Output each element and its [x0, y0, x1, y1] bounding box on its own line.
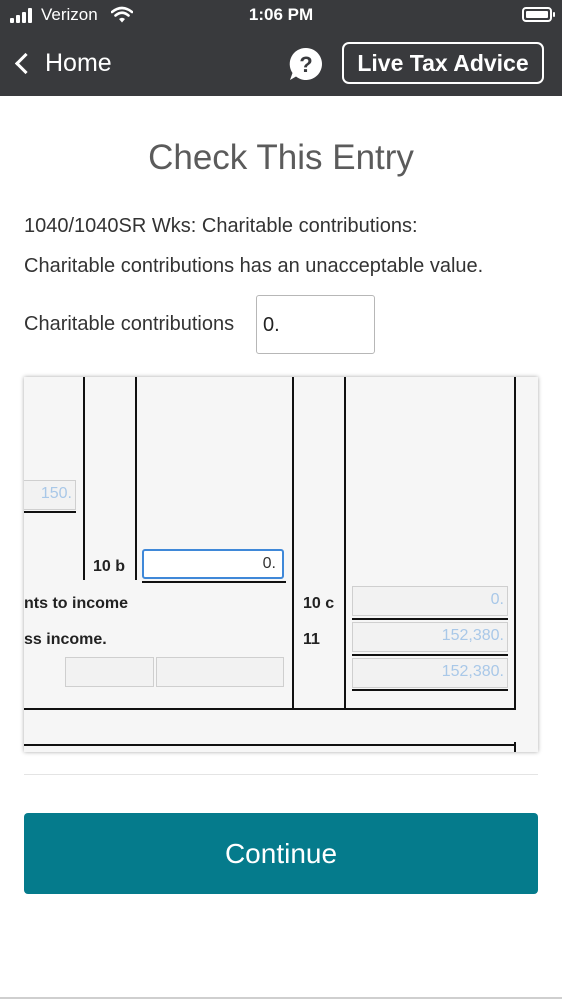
live-tax-advice-button[interactable]: Live Tax Advice: [342, 42, 544, 84]
back-button[interactable]: Home: [14, 46, 112, 80]
empty-cell: [65, 657, 154, 687]
line-11-value: 152,380.: [352, 622, 508, 652]
line-10b-label: 10 b: [93, 558, 126, 575]
chevron-left-icon: [14, 52, 37, 74]
charitable-contributions-input[interactable]: 0.: [256, 295, 375, 354]
tax-form-preview: 150. 10 b 0. nts to income 10 c 0. ss in…: [24, 377, 538, 752]
battery-icon: [522, 7, 555, 22]
app-header: Verizon 1:06 PM Home ? Live Tax Advice: [0, 0, 562, 96]
row-11-text: ss income.: [24, 631, 107, 648]
line-10c-label: 10 c: [303, 595, 335, 612]
form-rule: [514, 377, 516, 708]
error-source: 1040/1040SR Wks: Charitable contribution…: [24, 215, 418, 237]
svg-text:?: ?: [299, 52, 312, 77]
form-rule: [24, 708, 516, 710]
line-150-value: 150.: [24, 480, 76, 510]
form-rule: [352, 618, 508, 620]
line-10c-value: 0.: [352, 586, 508, 616]
question-bubble-icon[interactable]: ?: [288, 46, 324, 82]
form-rule: [24, 511, 76, 513]
continue-button[interactable]: Continue: [24, 813, 538, 894]
line-10b-input[interactable]: 0.: [142, 549, 284, 579]
form-rule: [352, 689, 508, 691]
form-rule: [83, 377, 85, 580]
form-rule: [344, 377, 346, 708]
form-rule: [292, 377, 294, 708]
empty-cell: [156, 657, 284, 687]
error-message: Charitable contributions has an unaccept…: [24, 255, 484, 277]
line-11-label: 11: [303, 631, 320, 648]
form-rule: [24, 744, 516, 746]
back-label: Home: [45, 48, 112, 77]
form-rule: [352, 654, 508, 656]
row-10c-text: nts to income: [24, 595, 129, 612]
page-title: Check This Entry: [148, 138, 414, 177]
divider: [24, 774, 538, 775]
charitable-contributions-label: Charitable contributions: [24, 313, 235, 335]
form-rule: [142, 581, 286, 583]
form-rule: [135, 377, 137, 580]
status-bar: Verizon 1:06 PM: [0, 0, 562, 30]
clock: 1:06 PM: [248, 5, 314, 24]
line-12-value: 152,380.: [352, 658, 508, 688]
